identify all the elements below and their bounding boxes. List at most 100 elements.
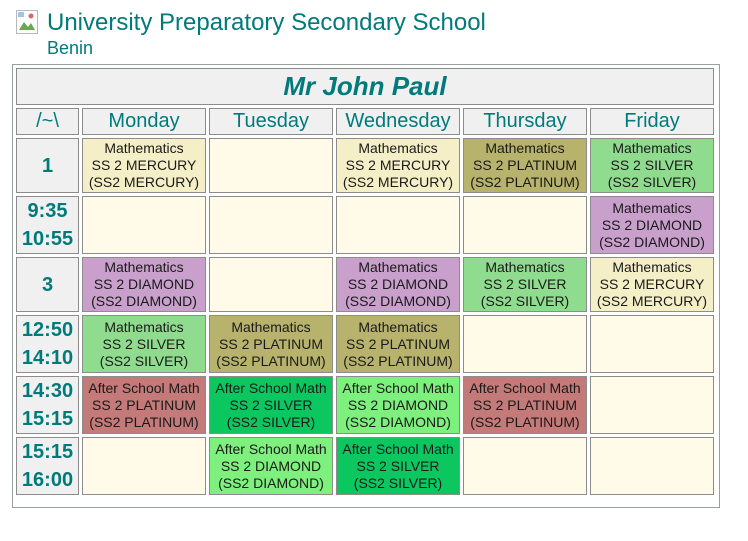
lesson-class: SS 2 DIAMOND [347, 396, 449, 413]
lesson-cell[interactable]: Mathematics SS 2 PLATINUM (SS2 PLATINUM) [336, 315, 460, 373]
lesson-code: (SS2 PLATINUM) [470, 413, 580, 430]
lesson-code: (SS2 PLATINUM) [470, 174, 580, 190]
empty-slot [590, 437, 714, 495]
teacher-name: Mr John Paul [16, 68, 714, 105]
day-header-thursday: Thursday [463, 108, 587, 135]
period-row: 12:50 14:10 Mathematics SS 2 SILVER (SS2 SIL… [16, 315, 714, 373]
lesson-subject: Mathematics [104, 140, 184, 156]
lesson-class: SS 2 SILVER [356, 457, 440, 474]
lesson-cell[interactable]: Mathematics SS 2 SILVER (SS2 SILVER) [82, 315, 206, 373]
lesson-cell[interactable]: After School Math SS 2 SILVER (SS2 SILVER) [336, 437, 460, 495]
teacher-row: Mr John Paul [16, 68, 714, 105]
lesson-subject: Mathematics [104, 259, 184, 275]
lesson-cell[interactable]: After School Math SS 2 PLATINUM (SS2 PLATI… [82, 376, 206, 434]
period-start: 1 [41, 154, 54, 177]
period-start: 12:50 [21, 319, 74, 341]
lesson-code: (SS2 MERCURY) [342, 174, 454, 190]
lesson-code: (SS2 PLATINUM) [216, 352, 326, 369]
empty-slot [209, 257, 333, 312]
lesson-subject: After School Math [88, 379, 200, 396]
period-end: 16:00 [21, 469, 74, 491]
lesson-subject: Mathematics [612, 140, 692, 156]
timetable: Mr John Paul /~\ Monday Tuesday Wednesda… [13, 65, 717, 498]
lesson-code: (SS2 DIAMOND) [345, 413, 451, 430]
day-header-tuesday: Tuesday [209, 108, 333, 135]
lesson-cell[interactable]: Mathematics SS 2 DIAMOND (SS2 DIAMOND) [590, 196, 714, 254]
lesson-code: (SS2 MERCURY) [596, 293, 708, 309]
day-header-wednesday: Wednesday [336, 108, 460, 135]
lesson-class: SS 2 PLATINUM [219, 335, 323, 352]
lesson-subject: Mathematics [358, 140, 438, 156]
lesson-class: SS 2 PLATINUM [473, 157, 577, 173]
period-row: 15:15 16:00 After School Math SS 2 DIAMOND(… [16, 437, 714, 495]
empty-slot [336, 196, 460, 254]
period-end: 10:55 [21, 228, 74, 250]
period-end: 15:15 [21, 408, 74, 430]
school-logo-icon [16, 10, 40, 34]
empty-slot [82, 437, 206, 495]
lesson-cell[interactable]: Mathematics SS 2 PLATINUM (SS2 PLATINUM) [209, 315, 333, 373]
lesson-subject: Mathematics [485, 259, 565, 275]
empty-slot [209, 138, 333, 193]
empty-slot [590, 315, 714, 373]
empty-slot [463, 437, 587, 495]
period-row: 3 Mathematics SS 2 DIAMOND (SS2 DIAMOND) Mat… [16, 257, 714, 312]
day-header-monday: Monday [82, 108, 206, 135]
empty-slot [463, 196, 587, 254]
period-start: 9:35 [27, 200, 68, 222]
day-header-row: /~\ Monday Tuesday Wednesday Thursday Fr… [16, 108, 714, 135]
lesson-cell[interactable]: After School Math SS 2 PLATINUM (SS2 PLATI… [463, 376, 587, 434]
lesson-class: SS 2 SILVER [102, 335, 186, 352]
day-header-friday: Friday [590, 108, 714, 135]
empty-slot [463, 315, 587, 373]
lesson-cell[interactable]: Mathematics SS 2 PLATINUM (SS2 PLATINUM) [463, 138, 587, 193]
period-label: 15:15 16:00 [16, 437, 79, 495]
empty-slot [209, 196, 333, 254]
lesson-code: (SS2 SILVER) [99, 352, 189, 369]
lesson-code: (SS2 SILVER) [480, 293, 570, 309]
lesson-code: (SS2 SILVER) [226, 413, 316, 430]
period-start: 3 [41, 273, 54, 296]
lesson-class: SS 2 PLATINUM [473, 396, 577, 413]
lesson-cell[interactable]: Mathematics SS 2 DIAMOND (SS2 DIAMOND) [336, 257, 460, 312]
period-start: 14:30 [21, 380, 74, 402]
corner-cell: /~\ [16, 108, 79, 135]
period-label: 12:50 14:10 [16, 315, 79, 373]
lesson-cell[interactable]: Mathematics SS 2 DIAMOND (SS2 DIAMOND) [82, 257, 206, 312]
lesson-subject: After School Math [215, 379, 327, 396]
lesson-class: SS 2 SILVER [483, 276, 567, 292]
lesson-class: SS 2 PLATINUM [92, 396, 196, 413]
lesson-class: SS 2 MERCURY [91, 157, 197, 173]
period-row: 1 Mathematics SS 2 MERCURY (SS2 MERCURY) Mat… [16, 138, 714, 193]
lesson-cell[interactable]: After School Math SS 2 SILVER (SS2 SILVER) [209, 376, 333, 434]
lesson-class: SS 2 DIAMOND [601, 216, 703, 233]
period-label: 9:35 10:55 [16, 196, 79, 254]
lesson-cell[interactable]: Mathematics SS 2 MERCURY (SS2 MERCURY) [590, 257, 714, 312]
lesson-subject: After School Math [342, 440, 454, 457]
lesson-code: (SS2 PLATINUM) [89, 413, 199, 430]
lesson-class: SS 2 DIAMOND [93, 276, 195, 292]
lesson-code: (SS2 SILVER) [607, 174, 697, 190]
lesson-subject: Mathematics [485, 140, 565, 156]
empty-slot [590, 376, 714, 434]
lesson-code: (SS2 SILVER) [353, 474, 443, 491]
lesson-code: (SS2 DIAMOND) [218, 474, 324, 491]
lesson-subject: Mathematics [612, 259, 692, 275]
lesson-subject: After School Math [342, 379, 454, 396]
period-start: 15:15 [21, 441, 74, 463]
lesson-cell[interactable]: Mathematics SS 2 MERCURY (SS2 MERCURY) [82, 138, 206, 193]
timetable-frame: Mr John Paul /~\ Monday Tuesday Wednesda… [12, 64, 720, 508]
lesson-cell[interactable]: Mathematics SS 2 SILVER (SS2 SILVER) [463, 257, 587, 312]
lesson-code: (SS2 DIAMOND) [91, 293, 197, 309]
lesson-class: SS 2 DIAMOND [347, 276, 449, 292]
lesson-class: SS 2 MERCURY [345, 157, 451, 173]
lesson-cell[interactable]: Mathematics SS 2 MERCURY (SS2 MERCURY) [336, 138, 460, 193]
lesson-subject: After School Math [469, 379, 581, 396]
lesson-cell[interactable]: Mathematics SS 2 SILVER (SS2 SILVER) [590, 138, 714, 193]
empty-slot [82, 196, 206, 254]
lesson-class: SS 2 DIAMOND [220, 457, 322, 474]
lesson-cell[interactable]: After School Math SS 2 DIAMOND (SS2 DIAMON… [336, 376, 460, 434]
lesson-cell[interactable]: After School Math SS 2 DIAMOND (SS2 DIAMON… [209, 437, 333, 495]
lesson-subject: Mathematics [358, 318, 438, 335]
lesson-subject: Mathematics [104, 318, 184, 335]
